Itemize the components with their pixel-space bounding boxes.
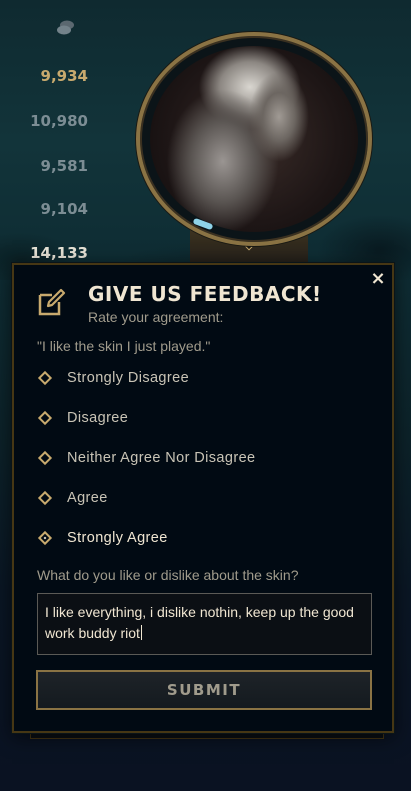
radio-diamond-selected-icon — [37, 530, 53, 546]
close-button[interactable]: × — [369, 270, 387, 288]
option-strongly-agree[interactable]: Strongly Agree — [37, 527, 168, 549]
option-strongly-disagree[interactable]: Strongly Disagree — [37, 367, 190, 389]
submit-button[interactable]: SUBMIT — [36, 670, 372, 710]
dialog-title: GIVE US FEEDBACK! — [88, 282, 322, 306]
option-label: Agree — [67, 490, 108, 506]
comment-text: I like everything, i dislike nothin, kee… — [45, 604, 354, 641]
radio-diamond-icon — [37, 410, 53, 426]
radio-diamond-icon — [37, 490, 53, 506]
dialog-subtitle: Rate your agreement: — [88, 309, 224, 325]
radio-diamond-icon — [37, 370, 53, 386]
score-value: 9,104 — [40, 200, 88, 218]
option-disagree[interactable]: Disagree — [37, 407, 129, 429]
text-caret — [140, 625, 142, 640]
option-agree[interactable]: Agree — [37, 487, 108, 509]
champion-portrait — [150, 46, 358, 232]
champion-portrait-frame — [136, 32, 372, 246]
radio-diamond-icon — [37, 450, 53, 466]
modal-base — [30, 733, 384, 739]
option-neither[interactable]: Neither Agree Nor Disagree — [37, 447, 256, 469]
option-label: Neither Agree Nor Disagree — [67, 450, 256, 466]
edit-icon — [38, 288, 66, 316]
comment-question: What do you like or dislike about the sk… — [37, 567, 299, 583]
comment-textarea[interactable]: I like everything, i dislike nothin, kee… — [37, 593, 372, 655]
option-label: Strongly Agree — [67, 530, 168, 546]
option-label: Strongly Disagree — [67, 370, 190, 386]
score-value: 14,133 — [30, 244, 88, 262]
score-value: 10,980 — [30, 112, 88, 130]
feedback-statement: "I like the skin I just played." — [37, 338, 211, 354]
option-label: Disagree — [67, 410, 129, 426]
score-value: 9,934 — [40, 67, 88, 85]
score-value: 9,581 — [40, 157, 88, 175]
coin-stack-icon — [57, 20, 74, 35]
